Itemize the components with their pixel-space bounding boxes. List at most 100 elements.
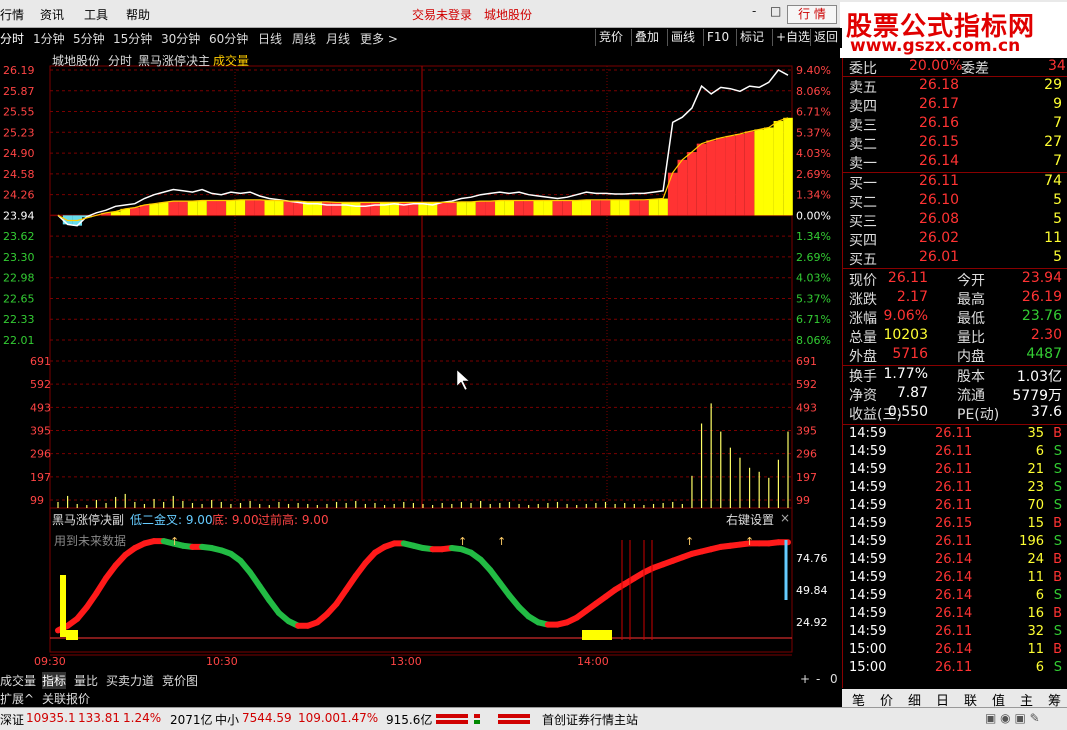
toolbar-f10[interactable]: F10: [703, 29, 732, 46]
tick-price: 26.11: [935, 624, 973, 639]
period-daily[interactable]: 日线: [258, 30, 282, 47]
period-1min[interactable]: 1分钟: [33, 30, 65, 47]
tick-row: 15:00 26.11 6 S: [843, 660, 1067, 678]
sell-level-price: 26.18: [919, 77, 960, 93]
tab-auction-chart[interactable]: 竞价图: [162, 672, 198, 689]
sell-level-label: 卖一: [849, 156, 877, 172]
menu-item-tools[interactable]: 工具: [84, 6, 108, 23]
stat-label: 内盘: [957, 349, 985, 365]
toolbar-auction[interactable]: 竞价: [595, 29, 626, 46]
indicator-bar: [514, 200, 524, 216]
reset-zoom-icon[interactable]: 0: [830, 672, 838, 686]
zoom-in-icon[interactable]: +: [800, 672, 810, 686]
chart-indicator-name: 黑马涨停决主: [138, 54, 211, 68]
sz-pct: 1.24%: [123, 711, 162, 725]
price-tick-label: 24.58: [3, 168, 35, 181]
menu-item-help[interactable]: 帮助: [126, 6, 150, 23]
period-more[interactable]: 更多 >: [360, 30, 398, 47]
intraday-chart[interactable]: 26.19 9.40% 25.87 8.06% 25.55 6.71% 25.23 5.37%…: [0, 48, 842, 670]
tick-row: 14:59 26.11 70 S: [843, 498, 1067, 516]
toolbar-add-watch[interactable]: +自选: [772, 29, 813, 46]
buy-level-volume: 5: [1053, 192, 1062, 208]
pct-tick-label: 4.03%: [796, 147, 831, 160]
tick-side: B: [1053, 642, 1062, 657]
panel-tab[interactable]: 笔: [852, 690, 865, 709]
menu-item-info[interactable]: 资讯: [40, 6, 64, 23]
indicator-bar: [485, 201, 496, 216]
panel-tab[interactable]: 价: [880, 690, 893, 709]
sub-indicator-name: 黑马涨停决副: [52, 513, 125, 527]
panel-tab[interactable]: 联: [964, 690, 977, 709]
toolbar-mark[interactable]: 标记: [736, 29, 767, 46]
panel-tab[interactable]: 细: [908, 690, 921, 709]
panel-tab[interactable]: 值: [992, 690, 1005, 709]
sub-close-icon[interactable]: ×: [780, 511, 790, 525]
restore-icon[interactable]: □: [770, 4, 781, 18]
tick-side: B: [1053, 570, 1062, 585]
period-30min[interactable]: 30分钟: [161, 30, 200, 47]
chart-stock-name: 城地股份: [52, 54, 101, 68]
buy-level-price: 26.08: [919, 211, 960, 227]
logo-url: www.gszx.com.cn: [850, 36, 1021, 56]
tab-indicator[interactable]: 指标: [42, 672, 67, 689]
pct-tick-label: 1.34%: [796, 189, 831, 202]
indicator-bar: [619, 199, 630, 216]
pct-tick-label: 0.00%: [796, 209, 831, 222]
indicator-tabs: 成交量 指标 量比 买卖力道 竞价图 + - 0: [0, 671, 842, 689]
weibi-label: 委比: [849, 61, 877, 77]
pct-tick-label: 8.06%: [796, 334, 831, 347]
panel-tab[interactable]: 日: [936, 690, 949, 709]
sub-settings-button[interactable]: 右键设置: [726, 511, 774, 528]
period-intraday[interactable]: 分时: [0, 30, 24, 47]
toolbar-draw[interactable]: 画线: [667, 29, 698, 46]
login-status[interactable]: 交易未登录: [412, 6, 472, 23]
indicator-bar: [667, 172, 678, 216]
zoom-out-icon[interactable]: -: [816, 672, 820, 686]
tab-volume[interactable]: 成交量: [0, 672, 36, 689]
toolbar-back[interactable]: 返回: [810, 29, 841, 46]
indicator-bar: [466, 201, 476, 216]
related-quotes-tab[interactable]: 关联报价: [42, 690, 90, 707]
tick-side: S: [1053, 624, 1062, 639]
quote-button[interactable]: 行 情: [787, 5, 837, 24]
zx-index: 7544.59: [242, 711, 292, 725]
period-monthly[interactable]: 月线: [326, 30, 350, 47]
price-tick-label: 22.65: [3, 292, 35, 305]
volume-tick-label: 99: [796, 494, 810, 507]
market-breadth-icon: [436, 714, 530, 724]
toolbar-overlay[interactable]: 叠加: [631, 29, 662, 46]
period-15min[interactable]: 15分钟: [113, 30, 152, 47]
expand-button[interactable]: 扩展^: [0, 690, 34, 707]
sub-tick-label: 24.92: [796, 616, 828, 629]
quote-stat-row: 外盘 5716 内盘 4487: [843, 346, 1067, 365]
sell-level-label: 卖三: [849, 118, 877, 134]
stat-value: 1.03亿: [1016, 369, 1062, 385]
menu-item-quote-app[interactable]: 行情: [0, 6, 24, 23]
stat-value: 4487: [1026, 346, 1062, 362]
period-60min[interactable]: 60分钟: [209, 30, 248, 47]
tick-volume: 15: [1027, 516, 1044, 531]
tick-price: 26.15: [935, 516, 973, 531]
tick-side: B: [1053, 516, 1062, 531]
panel-tab[interactable]: 筹: [1048, 690, 1061, 709]
zx-label: 中小: [215, 713, 240, 727]
volume-tick-label: 592: [30, 378, 51, 391]
period-5min[interactable]: 5分钟: [73, 30, 105, 47]
price-tick-label: 24.26: [3, 189, 35, 202]
bottom-signal-bar: [582, 630, 612, 640]
tick-side: S: [1053, 444, 1062, 459]
stat-value: 37.6: [1030, 404, 1062, 420]
panel-tab[interactable]: 主: [1020, 690, 1033, 709]
minimize-icon[interactable]: -: [752, 4, 756, 18]
tab-volume-ratio[interactable]: 量比: [74, 672, 98, 689]
tab-buy-sell-power[interactable]: 买卖力道: [106, 672, 154, 689]
buy-level-label: 买四: [849, 233, 877, 249]
indicator-bar: [130, 207, 140, 216]
stat-label: 总量: [849, 330, 877, 346]
period-weekly[interactable]: 周线: [292, 30, 316, 47]
signal-marker: ↑: [745, 535, 754, 548]
quote-stat-row: 收益(三) 0.550 PE(动) 37.6: [843, 404, 1067, 423]
buy-level-label: 买二: [849, 195, 877, 211]
indicator-bar: [274, 200, 284, 216]
tick-row: 14:59 26.11 32 S: [843, 624, 1067, 642]
